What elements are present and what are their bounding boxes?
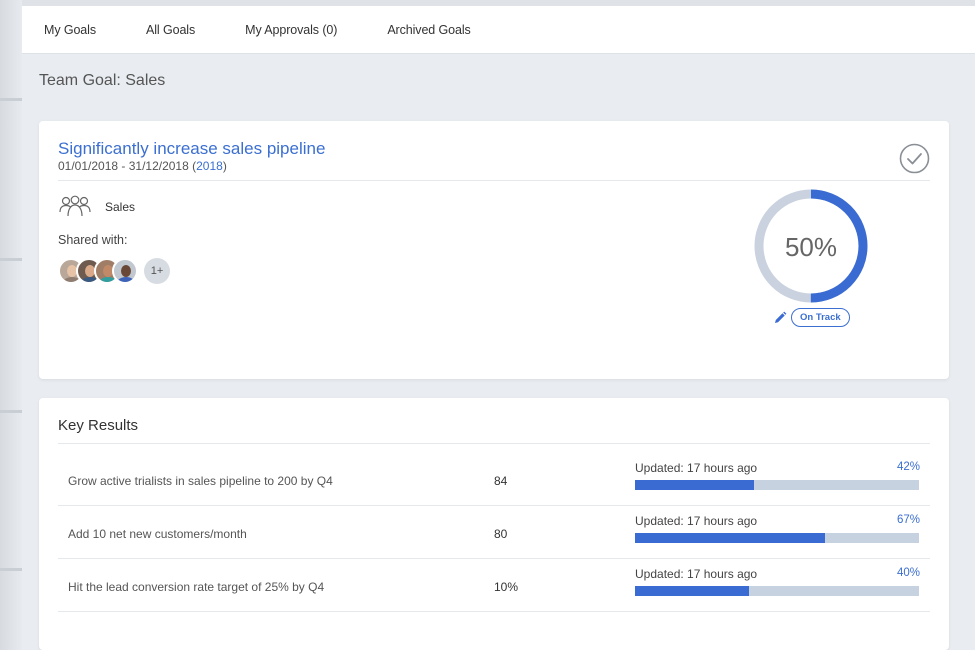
progress-fill	[635, 533, 826, 543]
goal-card: Significantly increase sales pipeline 01…	[39, 121, 949, 379]
check-circle-icon[interactable]	[899, 143, 930, 174]
key-result-name: Add 10 net new customers/month	[68, 527, 247, 541]
page-title: Team Goal: Sales	[39, 72, 166, 89]
key-result-progress-bar	[635, 533, 919, 543]
key-result-name: Hit the lead conversion rate target of 2…	[68, 580, 325, 594]
goals-tab-bar: My Goals All Goals My Approvals (0) Arch…	[22, 6, 975, 54]
pencil-icon[interactable]	[773, 311, 787, 325]
tab-archived-goals[interactable]: Archived Goals	[387, 23, 470, 37]
tab-my-approvals[interactable]: My Approvals (0)	[245, 23, 337, 37]
goal-title-link[interactable]: Significantly increase sales pipeline	[58, 139, 325, 159]
avatar[interactable]	[112, 258, 138, 284]
key-results-title: Key Results	[58, 417, 139, 434]
goal-divider	[58, 180, 930, 181]
team-icon	[59, 195, 91, 217]
key-result-progress-bar	[635, 586, 919, 596]
table-row[interactable]: Hit the lead conversion rate target of 2…	[58, 559, 930, 612]
key-result-percent: 67%	[896, 514, 920, 526]
key-result-value: 10%	[494, 580, 519, 594]
status-badge[interactable]: On Track	[791, 308, 850, 327]
tab-my-goals[interactable]: My Goals	[44, 23, 96, 37]
key-result-updated: Updated: 17 hours ago	[635, 514, 758, 528]
key-result-name: Grow active trialists in sales pipeline …	[68, 474, 333, 488]
goal-date-range: 01/01/2018 - 31/12/2018 (2018)	[58, 159, 227, 173]
progress-donut: 50%	[754, 189, 868, 303]
goal-year-link[interactable]: 2018	[196, 159, 223, 173]
table-row[interactable]: Add 10 net new customers/month 80 Update…	[58, 506, 930, 559]
key-results-card: Key Results Grow active trialists in sal…	[39, 398, 949, 650]
goal-year-close: )	[222, 159, 227, 173]
key-result-value: 80	[494, 527, 508, 541]
table-row[interactable]: Grow active trialists in sales pipeline …	[58, 453, 930, 506]
shared-avatars: 1+	[58, 258, 170, 284]
progress-fill	[635, 586, 749, 596]
key-result-progress-bar	[635, 480, 919, 490]
goal-dates-text: 01/01/2018 - 31/12/2018	[58, 159, 189, 173]
donut-percent-label: 50%	[785, 232, 837, 262]
key-results-divider	[58, 443, 930, 444]
status-row: On Track	[773, 308, 850, 327]
left-edge-panel	[0, 0, 22, 650]
more-shared-badge[interactable]: 1+	[144, 258, 170, 284]
key-result-updated: Updated: 17 hours ago	[635, 461, 758, 475]
key-result-percent: 40%	[896, 567, 920, 579]
progress-fill	[635, 480, 755, 490]
tab-all-goals[interactable]: All Goals	[146, 23, 195, 37]
team-name: Sales	[105, 200, 136, 214]
key-result-percent: 42%	[896, 461, 920, 473]
shared-with-label: Shared with:	[58, 233, 128, 247]
key-result-updated: Updated: 17 hours ago	[635, 567, 758, 581]
key-result-value: 84	[494, 474, 508, 488]
